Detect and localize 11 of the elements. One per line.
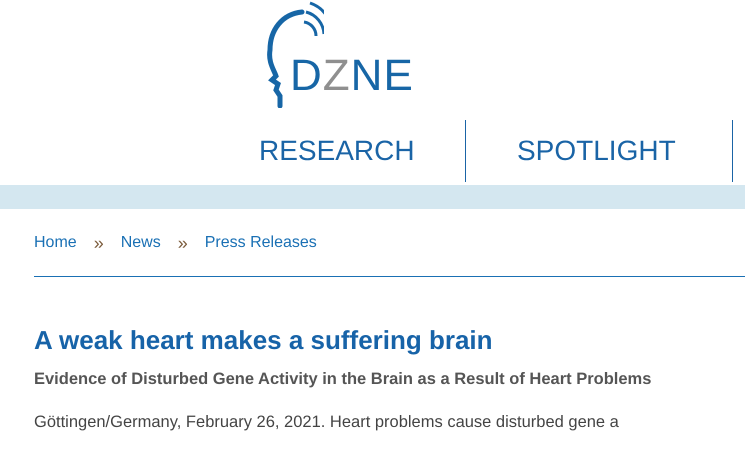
breadcrumb-link[interactable]: News (120, 234, 161, 252)
breadcrumb-link[interactable]: Press Releases (204, 234, 317, 252)
logo-text[interactable]: DZNE (290, 54, 414, 98)
breadcrumb-separator: » (94, 232, 104, 254)
breadcrumb-link[interactable]: Home (34, 234, 77, 252)
article-title: A weak heart makes a suffering brain (34, 325, 494, 356)
nav-link[interactable]: SPOTLIGHT (466, 120, 733, 182)
nav-link[interactable]: RESEARCH (259, 120, 466, 182)
article-subtitle: Evidence of Disturbed Gene Activity in the Brain as a Result of Heart Problems (34, 370, 652, 389)
article-lead: Göttingen/Germany, February 26, 2021. Heart problems cause disturbed gene a (34, 413, 620, 432)
breadcrumb-separator: » (178, 232, 188, 254)
